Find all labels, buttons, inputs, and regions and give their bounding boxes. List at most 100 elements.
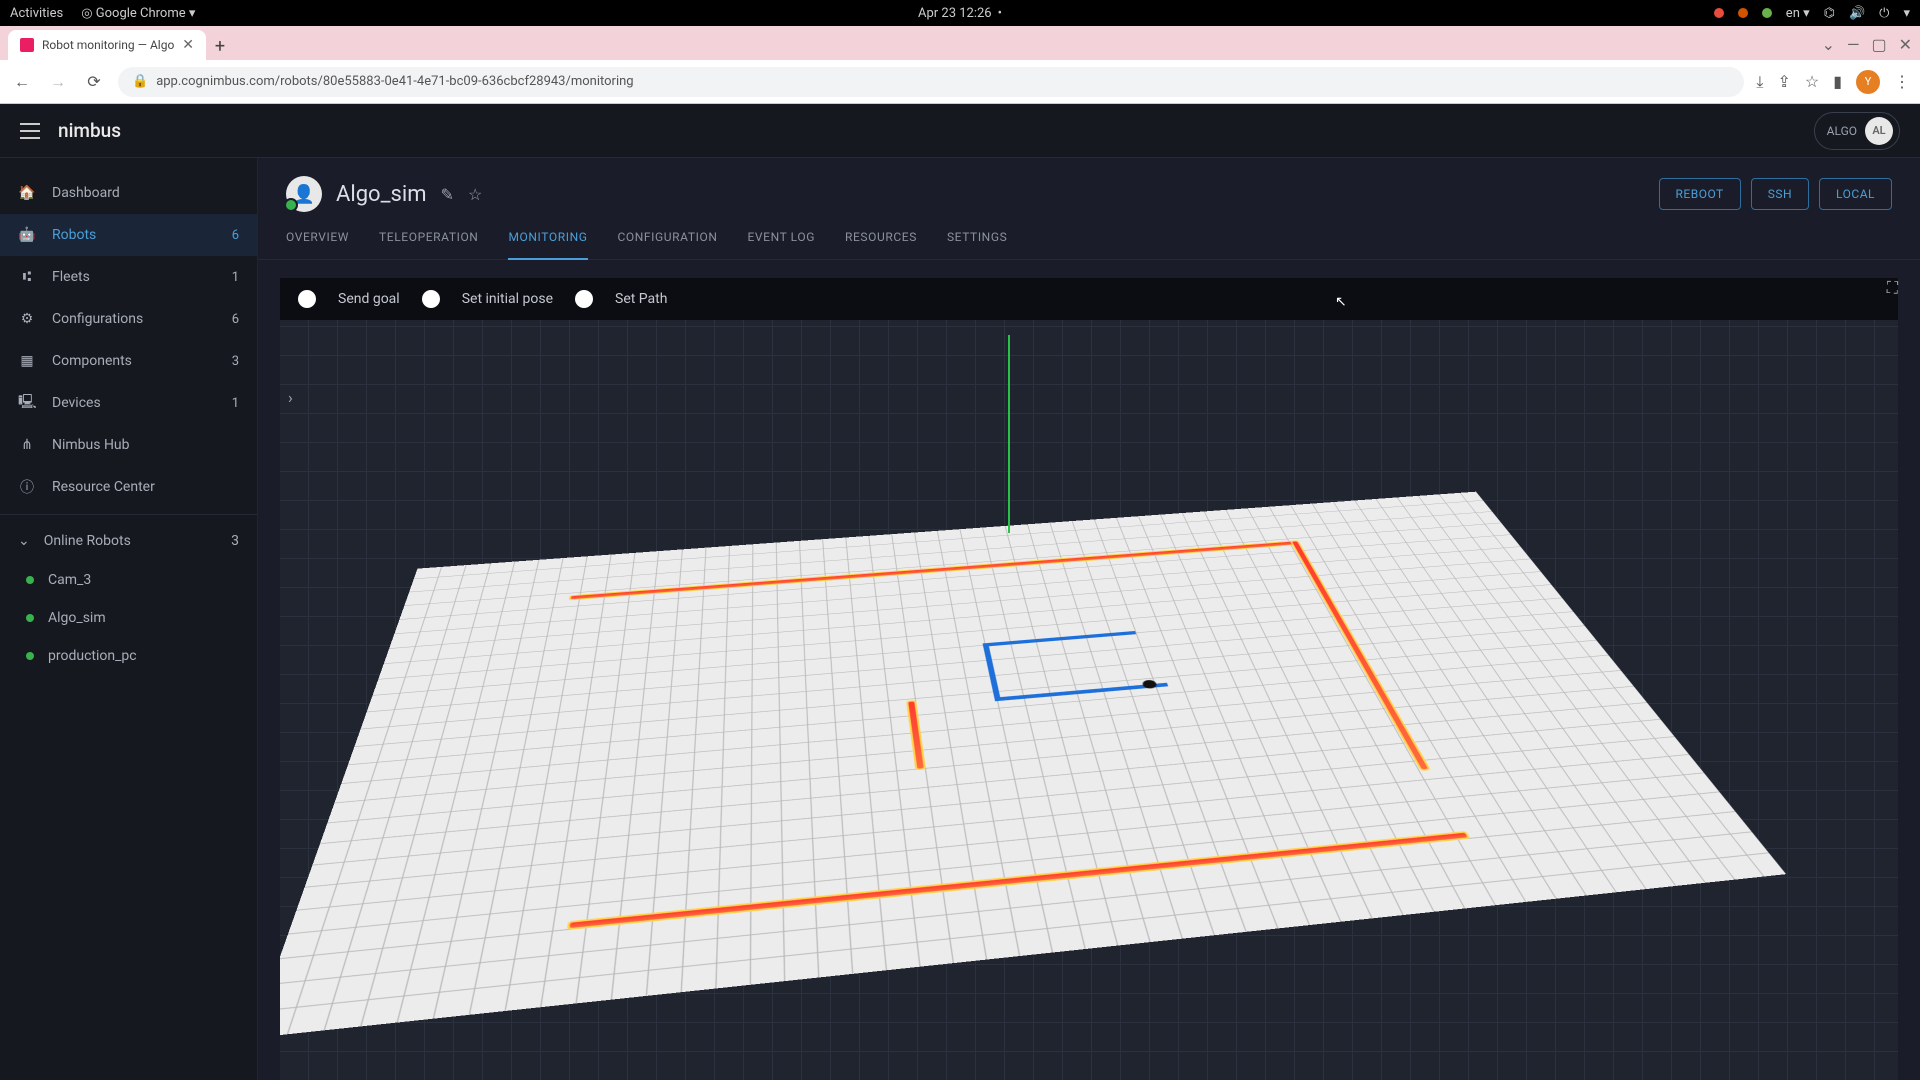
status-indicator-orange-icon (1738, 8, 1748, 18)
browser-tab-strip: Robot monitoring — Algo ✕ + ⌄ — ▢ ✕ (0, 26, 1920, 60)
sidebar-item-icon: ▦ (18, 353, 36, 369)
app-menu[interactable]: ◎ Google Chrome ▾ (81, 6, 195, 21)
sidebar-item-resource-center[interactable]: ⓘ Resource Center (0, 466, 257, 508)
power-icon[interactable]: ⏻ (1879, 6, 1889, 21)
edit-name-icon[interactable]: ✎ (441, 185, 454, 204)
new-tab-button[interactable]: + (206, 32, 234, 60)
network-icon[interactable]: ⌬ (1824, 6, 1835, 21)
online-robot-item[interactable]: production_pc (0, 637, 257, 675)
sidebar-item-label: Robots (52, 227, 96, 243)
tab-overview[interactable]: OVERVIEW (286, 230, 349, 259)
user-avatar: AL (1865, 117, 1893, 145)
activities-button[interactable]: Activities (10, 6, 63, 21)
browser-toolbar: ← → ⟳ 🔒 app.cognimbus.com/robots/80e5588… (0, 60, 1920, 104)
sidebar-item-fleets[interactable]: ⑆Fleets1 (0, 256, 257, 298)
visualization-zone: ⛶ Send goal Set initial pose Set Path › (258, 260, 1920, 1080)
sidebar-item-label: Components (52, 353, 132, 369)
sidebar-item-dashboard[interactable]: 🏠Dashboard (0, 172, 257, 214)
browser-menu-icon[interactable]: ⋮ (1894, 72, 1910, 91)
sidebar-item-label: Fleets (52, 269, 90, 285)
planned-path (983, 631, 1137, 647)
chrome-overflow-icon[interactable]: ⌄ (1822, 35, 1835, 54)
floor-grid (280, 491, 1786, 1037)
sidebar-item-count: 6 (232, 312, 239, 327)
viz-panel: Send goal Set initial pose Set Path › (280, 278, 1898, 1080)
forward-button[interactable]: → (46, 70, 70, 94)
set-initial-pose-radio[interactable] (422, 290, 440, 308)
sidebar-item-icon: 🤖 (18, 227, 36, 243)
fullscreen-icon[interactable]: ⛶ (1887, 278, 1898, 298)
ssh-button[interactable]: SSH (1751, 178, 1809, 210)
costmap-wall (906, 700, 926, 770)
window-close-icon[interactable]: ✕ (1899, 35, 1912, 54)
favorite-icon[interactable]: ☆ (468, 185, 482, 204)
online-robots-label: Online Robots (44, 533, 131, 549)
expand-layers-icon[interactable]: › (288, 388, 293, 407)
clock: Apr 23 12:26 (918, 6, 992, 21)
tab-settings[interactable]: SETTINGS (947, 230, 1007, 259)
tab-configuration[interactable]: CONFIGURATION (618, 230, 718, 259)
volume-icon[interactable]: 🔊 (1849, 6, 1865, 21)
sidebar-item-icon: ⓘ (18, 477, 36, 497)
tab-title: Robot monitoring — Algo (42, 38, 174, 52)
status-indicator-red-icon (1714, 8, 1724, 18)
sidebar-item-label: Resource Center (52, 479, 155, 495)
reboot-button[interactable]: REBOOT (1659, 178, 1741, 210)
reload-button[interactable]: ⟳ (82, 70, 106, 94)
online-robot-item[interactable]: Cam_3 (0, 561, 257, 599)
sidebar-toggle-button[interactable] (20, 123, 40, 139)
set-initial-pose-label: Set initial pose (462, 291, 553, 307)
tab-monitoring[interactable]: MONITORING (508, 230, 587, 260)
brand-logo: nimbus (58, 119, 121, 142)
install-app-icon[interactable]: ⤓ (1756, 72, 1763, 92)
costmap-wall (567, 830, 1470, 929)
sidebar-item-nimbus-hub[interactable]: ⋔ Nimbus Hub (0, 424, 257, 466)
address-bar[interactable]: 🔒 app.cognimbus.com/robots/80e55883-0e41… (118, 67, 1744, 97)
sidebar-item-devices[interactable]: 🖳Devices1 (0, 382, 257, 424)
tab-resources[interactable]: RESOURCES (845, 230, 917, 259)
send-goal-label: Send goal (338, 291, 400, 307)
desktop-top-bar: Activities ◎ Google Chrome ▾ Apr 23 12:2… (0, 0, 1920, 26)
online-robot-label: Cam_3 (48, 572, 91, 588)
map-3d-view[interactable] (280, 320, 1898, 1080)
share-icon[interactable]: ⇪ (1777, 72, 1790, 91)
sidebar-item-robots[interactable]: 🤖 Robots 6 (0, 214, 257, 256)
tab-close-icon[interactable]: ✕ (182, 37, 194, 53)
profile-avatar[interactable]: Y (1856, 70, 1880, 94)
sidebar-item-label: Nimbus Hub (52, 437, 130, 453)
sidebar-item-components[interactable]: ▦Components3 (0, 340, 257, 382)
online-status-icon (26, 614, 34, 622)
online-robots-header[interactable]: ⌄Online Robots3 (0, 521, 257, 561)
sidebar-item-icon: ⑆ (18, 269, 36, 285)
planned-path (983, 643, 1001, 697)
online-robot-label: Algo_sim (48, 610, 106, 626)
sidebar-item-count: 6 (232, 228, 239, 243)
side-panel-icon[interactable]: ▮ (1833, 72, 1842, 91)
system-menu-caret-icon[interactable]: ▾ (1903, 6, 1910, 21)
online-robot-item[interactable]: Algo_sim (0, 599, 257, 637)
axis-line-icon (1008, 335, 1010, 533)
language-indicator[interactable]: en ▾ (1786, 6, 1810, 21)
window-maximize-icon[interactable]: ▢ (1871, 35, 1886, 54)
window-minimize-icon[interactable]: — (1847, 35, 1860, 54)
back-button[interactable]: ← (10, 70, 34, 94)
set-path-radio[interactable] (575, 290, 593, 308)
robot-name: Algo_sim (336, 182, 427, 207)
tab-event-log[interactable]: EVENT LOG (748, 230, 816, 259)
tab-teleoperation[interactable]: TELEOPERATION (379, 230, 478, 259)
send-goal-radio[interactable] (298, 290, 316, 308)
sidebar-item-icon: ⋔ (18, 437, 36, 453)
online-robot-label: production_pc (48, 648, 137, 664)
user-menu[interactable]: ALGO AL (1814, 112, 1900, 150)
local-button[interactable]: LOCAL (1819, 178, 1892, 210)
page-header: 👤 Algo_sim ✎ ☆ REBOOT SSH LOCAL (258, 158, 1920, 212)
favicon-icon (20, 38, 34, 52)
sidebar: 🏠Dashboard🤖Robots6⑆Fleets1⚙Configuration… (0, 158, 258, 1080)
costmap-wall (568, 540, 1300, 600)
viz-action-bar: Send goal Set initial pose Set Path (280, 278, 1898, 320)
bookmark-icon[interactable]: ☆ (1805, 72, 1819, 91)
browser-tab[interactable]: Robot monitoring — Algo ✕ (8, 30, 206, 60)
main-panel: 👤 Algo_sim ✎ ☆ REBOOT SSH LOCAL OVERVIEW… (258, 158, 1920, 1080)
sidebar-item-configurations[interactable]: ⚙Configurations6 (0, 298, 257, 340)
app-header: nimbus ALGO AL (0, 104, 1920, 158)
